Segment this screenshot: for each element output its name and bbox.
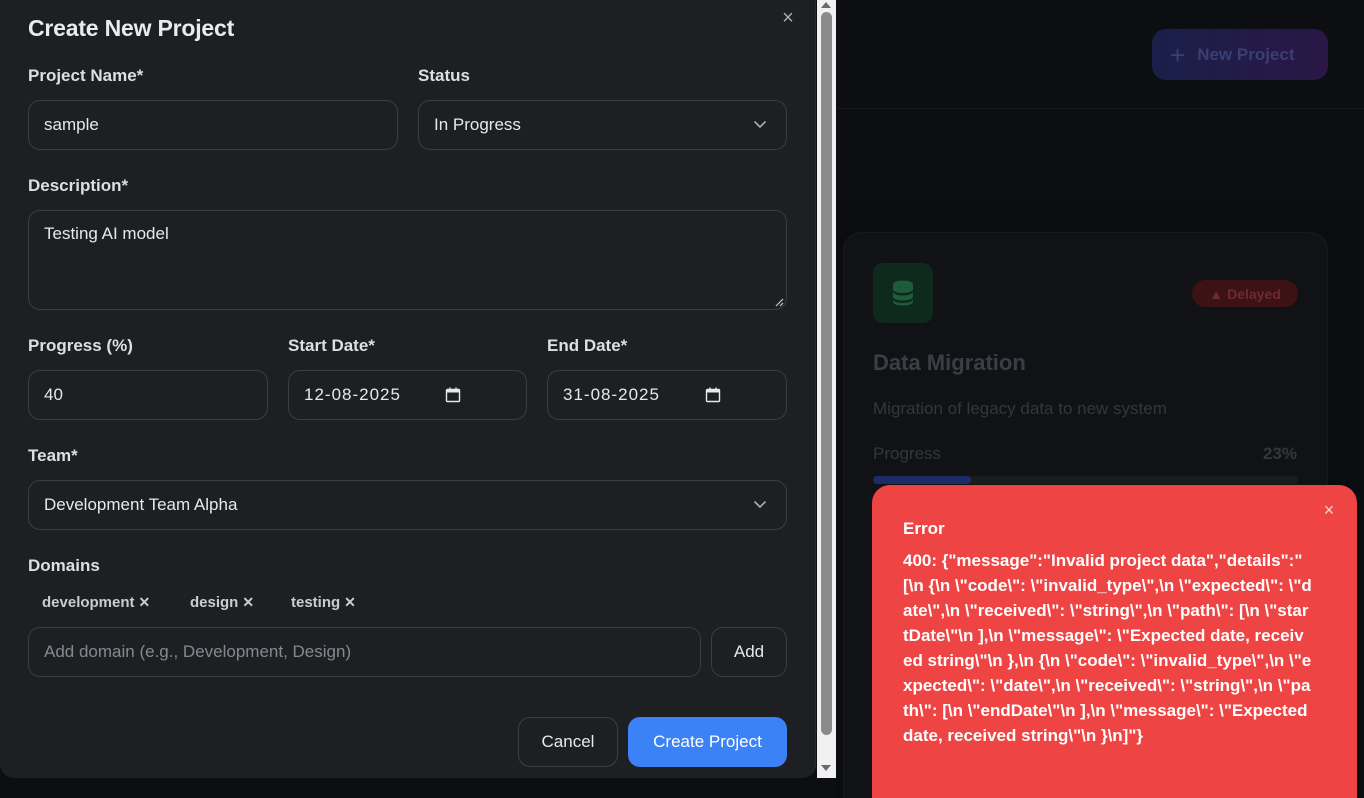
calendar-icon[interactable] bbox=[704, 386, 722, 404]
header-divider bbox=[836, 108, 1364, 109]
progress-value: 23% bbox=[1262, 444, 1297, 463]
description-textarea[interactable]: Testing AI model bbox=[28, 210, 787, 310]
project-name-value: sample bbox=[44, 115, 99, 134]
domain-tag: testing ✕ bbox=[291, 594, 356, 611]
toast-title: Error bbox=[903, 519, 945, 538]
create-project-modal: Create New Project × Project Name* sampl… bbox=[0, 0, 816, 778]
start-date-value: 12-08-2025 bbox=[304, 385, 401, 404]
cancel-button[interactable]: Cancel bbox=[518, 717, 618, 767]
create-project-button[interactable]: Create Project bbox=[628, 717, 787, 767]
domain-tag: design ✕ bbox=[190, 594, 254, 611]
status-badge-label: Delayed bbox=[1227, 285, 1281, 302]
chevron-down-icon bbox=[754, 501, 766, 508]
team-value: Development Team Alpha bbox=[44, 495, 238, 514]
end-date-label: End Date* bbox=[547, 336, 628, 355]
status-value: In Progress bbox=[434, 115, 521, 134]
chevron-down-icon bbox=[754, 121, 766, 128]
progress-bar-fill bbox=[873, 476, 971, 484]
plus-icon: + bbox=[1170, 39, 1186, 70]
new-project-label: New Project bbox=[1197, 44, 1295, 64]
calendar-icon[interactable] bbox=[444, 386, 462, 404]
project-name-label: Project Name* bbox=[28, 66, 144, 85]
progress-field-label: Progress (%) bbox=[28, 336, 133, 355]
progress-label: Progress bbox=[873, 444, 942, 463]
status-select[interactable]: In Progress bbox=[418, 100, 787, 150]
domain-tag-label: development bbox=[42, 594, 135, 611]
end-date-value: 31-08-2025 bbox=[563, 385, 660, 404]
team-label: Team* bbox=[28, 446, 78, 465]
add-domain-placeholder: Add domain (e.g., Development, Design) bbox=[44, 642, 352, 661]
status-badge: ▲ Delayed bbox=[1192, 280, 1298, 307]
progress-bar bbox=[873, 476, 1298, 484]
description-label: Description* bbox=[28, 176, 129, 195]
toast-message: 400: {"message":"Invalid project data","… bbox=[903, 551, 1313, 745]
start-date-input[interactable]: 12-08-2025 bbox=[288, 370, 527, 420]
database-icon bbox=[873, 263, 933, 323]
start-date-label: Start Date* bbox=[288, 336, 375, 355]
scroll-up-arrow-icon[interactable] bbox=[821, 2, 831, 8]
project-description: Migration of legacy data to new system bbox=[873, 399, 1167, 418]
domains-label: Domains bbox=[28, 556, 100, 575]
scroll-down-arrow-icon[interactable] bbox=[821, 765, 831, 771]
status-label: Status bbox=[418, 66, 470, 85]
remove-tag-icon[interactable]: ✕ bbox=[344, 594, 356, 611]
modal-scrollbar[interactable] bbox=[817, 0, 836, 778]
new-project-button[interactable]: + New Project bbox=[1152, 29, 1328, 80]
error-toast: × Error 400: {"message":"Invalid project… bbox=[872, 485, 1357, 798]
domain-tag-label: design bbox=[190, 594, 239, 611]
remove-tag-icon[interactable]: ✕ bbox=[139, 594, 151, 611]
resize-handle-icon[interactable] bbox=[774, 297, 784, 307]
project-title: Data Migration bbox=[873, 350, 1026, 375]
domain-tag: development ✕ bbox=[42, 594, 150, 611]
close-icon[interactable]: × bbox=[778, 8, 798, 28]
team-select[interactable]: Development Team Alpha bbox=[28, 480, 787, 530]
modal-title: Create New Project bbox=[28, 15, 235, 41]
add-domain-button[interactable]: Add bbox=[711, 627, 787, 677]
add-domain-input[interactable]: Add domain (e.g., Development, Design) bbox=[28, 627, 701, 677]
scroll-thumb[interactable] bbox=[821, 12, 832, 735]
domain-tag-label: testing bbox=[291, 594, 341, 611]
progress-input-value: 40 bbox=[44, 385, 63, 404]
warning-icon: ▲ bbox=[1209, 285, 1224, 302]
project-name-input[interactable]: sample bbox=[28, 100, 398, 150]
remove-tag-icon[interactable]: ✕ bbox=[242, 594, 254, 611]
description-value: Testing AI model bbox=[44, 224, 169, 243]
end-date-input[interactable]: 31-08-2025 bbox=[547, 370, 787, 420]
progress-input[interactable]: 40 bbox=[28, 370, 268, 420]
close-icon[interactable]: × bbox=[1321, 501, 1337, 519]
